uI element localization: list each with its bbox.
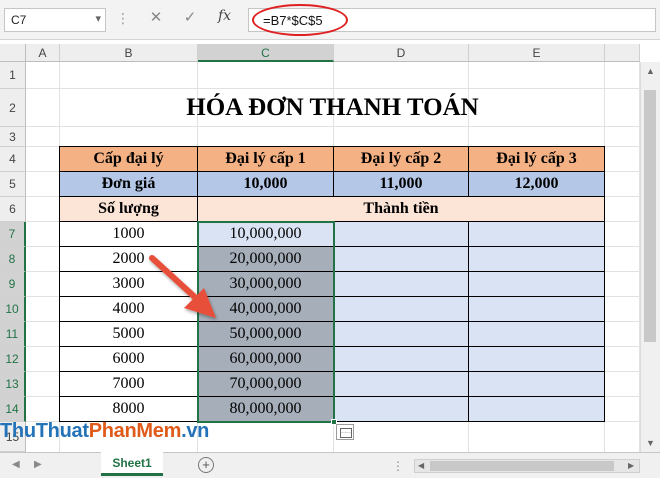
row-header-13[interactable]: 13 — [0, 372, 26, 397]
select-all-corner[interactable] — [0, 44, 26, 62]
formula-highlight-circle — [252, 4, 348, 36]
row-header-3[interactable]: 3 — [0, 127, 26, 147]
scroll-down-icon[interactable]: ▼ — [646, 438, 655, 448]
cell-b14[interactable]: 8000 — [59, 397, 198, 422]
cell-d4[interactable]: Đại lý cấp 2 — [334, 146, 469, 172]
arrow-annotation-icon — [149, 255, 216, 318]
cell-e5[interactable]: 12,000 — [469, 172, 605, 197]
cell-c13[interactable]: 70,000,000 — [198, 372, 334, 397]
cell-c6-merged[interactable]: Thành tiền — [198, 197, 605, 222]
row-header-5[interactable]: 5 — [0, 172, 26, 197]
invoice-title[interactable]: HÓA ĐƠN THANH TOÁN — [60, 89, 605, 127]
dropdown-icon[interactable]: ▾ — [95, 12, 101, 25]
name-box-value: C7 — [11, 13, 27, 27]
cell-d13[interactable] — [334, 372, 469, 397]
cell-c12[interactable]: 60,000,000 — [198, 347, 334, 372]
separator-dots-icon: ⋮ — [116, 10, 130, 26]
cell-d8[interactable] — [334, 247, 469, 272]
cell-d5[interactable]: 11,000 — [334, 172, 469, 197]
cell-b13[interactable]: 7000 — [59, 372, 198, 397]
cell-e13[interactable] — [469, 372, 605, 397]
quick-analysis-icon[interactable] — [336, 424, 354, 440]
cell-d11[interactable] — [334, 322, 469, 347]
horizontal-scroll-thumb[interactable] — [430, 461, 614, 471]
row-header-12[interactable]: 12 — [0, 347, 26, 372]
row-header-2[interactable]: 2 — [0, 89, 26, 127]
cell-d7[interactable] — [334, 222, 469, 247]
cell-c5[interactable]: 10,000 — [198, 172, 334, 197]
cell-e4[interactable]: Đại lý cấp 3 — [469, 146, 605, 172]
column-header-a[interactable]: A — [26, 44, 60, 62]
row-header-8[interactable]: 8 — [0, 247, 26, 272]
watermark-part2: PhanMem — [88, 420, 182, 442]
watermark-logo: ThuThuatPhanMem.vn — [0, 420, 209, 443]
scroll-up-icon[interactable]: ▲ — [646, 66, 655, 76]
cell-d9[interactable] — [334, 272, 469, 297]
cancel-icon[interactable]: ✕ — [146, 8, 166, 30]
cell-e10[interactable] — [469, 297, 605, 322]
cell-e12[interactable] — [469, 347, 605, 372]
add-sheet-icon[interactable]: + — [198, 457, 214, 473]
row-header-11[interactable]: 11 — [0, 322, 26, 347]
cell-e8[interactable] — [469, 247, 605, 272]
cell-e14[interactable] — [469, 397, 605, 422]
name-box[interactable]: C7 ▾ — [4, 8, 106, 32]
formula-bar-area: C7 ▾ ⋮ ✕ ✓ fx =B7*$C$5 — [0, 0, 660, 40]
column-header-e[interactable]: E — [469, 44, 605, 62]
cell-c7[interactable]: 10,000,000 — [198, 222, 334, 247]
row-header-7[interactable]: 7 — [0, 222, 26, 247]
row-header-6[interactable]: 6 — [0, 197, 26, 222]
cell-e7[interactable] — [469, 222, 605, 247]
cell-b12[interactable]: 6000 — [59, 347, 198, 372]
scroll-left-icon[interactable]: ◀ — [418, 461, 424, 470]
column-header-d[interactable]: D — [334, 44, 469, 62]
enter-icon[interactable]: ✓ — [180, 8, 200, 30]
column-header-f[interactable] — [605, 44, 640, 62]
tab-prev-icon[interactable]: ◀ — [12, 459, 20, 470]
cell-d10[interactable] — [334, 297, 469, 322]
row-header-9[interactable]: 9 — [0, 272, 26, 297]
tab-split-dots-icon[interactable]: ⋮ — [392, 459, 404, 473]
tab-sheet1[interactable]: Sheet1 — [101, 452, 163, 476]
scroll-right-icon[interactable]: ▶ — [628, 461, 634, 470]
watermark-part3: .vn — [181, 420, 210, 442]
cell-b4[interactable]: Cấp đại lý — [59, 146, 198, 172]
column-header-b[interactable]: B — [60, 44, 198, 62]
row-header-10[interactable]: 10 — [0, 297, 26, 322]
sheet-tab-bar: ◀ ▶ Sheet1 + ⋮ ◀ ▶ — [0, 452, 660, 478]
tab-next-icon[interactable]: ▶ — [34, 459, 42, 470]
function-icon[interactable]: fx — [218, 8, 231, 24]
cell-d14[interactable] — [334, 397, 469, 422]
cell-e9[interactable] — [469, 272, 605, 297]
row-header-14[interactable]: 14 — [0, 397, 26, 422]
cell-c4[interactable]: Đại lý cấp 1 — [198, 146, 334, 172]
vertical-scroll-thumb[interactable] — [644, 90, 656, 342]
row-header-1[interactable]: 1 — [0, 62, 26, 89]
cell-b7[interactable]: 1000 — [59, 222, 198, 247]
cell-c14[interactable]: 80,000,000 — [198, 397, 334, 422]
watermark-part1: ThuThuat — [0, 420, 89, 442]
cell-d12[interactable] — [334, 347, 469, 372]
column-header-c[interactable]: C — [198, 44, 334, 62]
cell-b6[interactable]: Số lượng — [59, 197, 198, 222]
cell-e11[interactable] — [469, 322, 605, 347]
row-header-4[interactable]: 4 — [0, 147, 26, 172]
cell-b5[interactable]: Đơn giá — [59, 172, 198, 197]
